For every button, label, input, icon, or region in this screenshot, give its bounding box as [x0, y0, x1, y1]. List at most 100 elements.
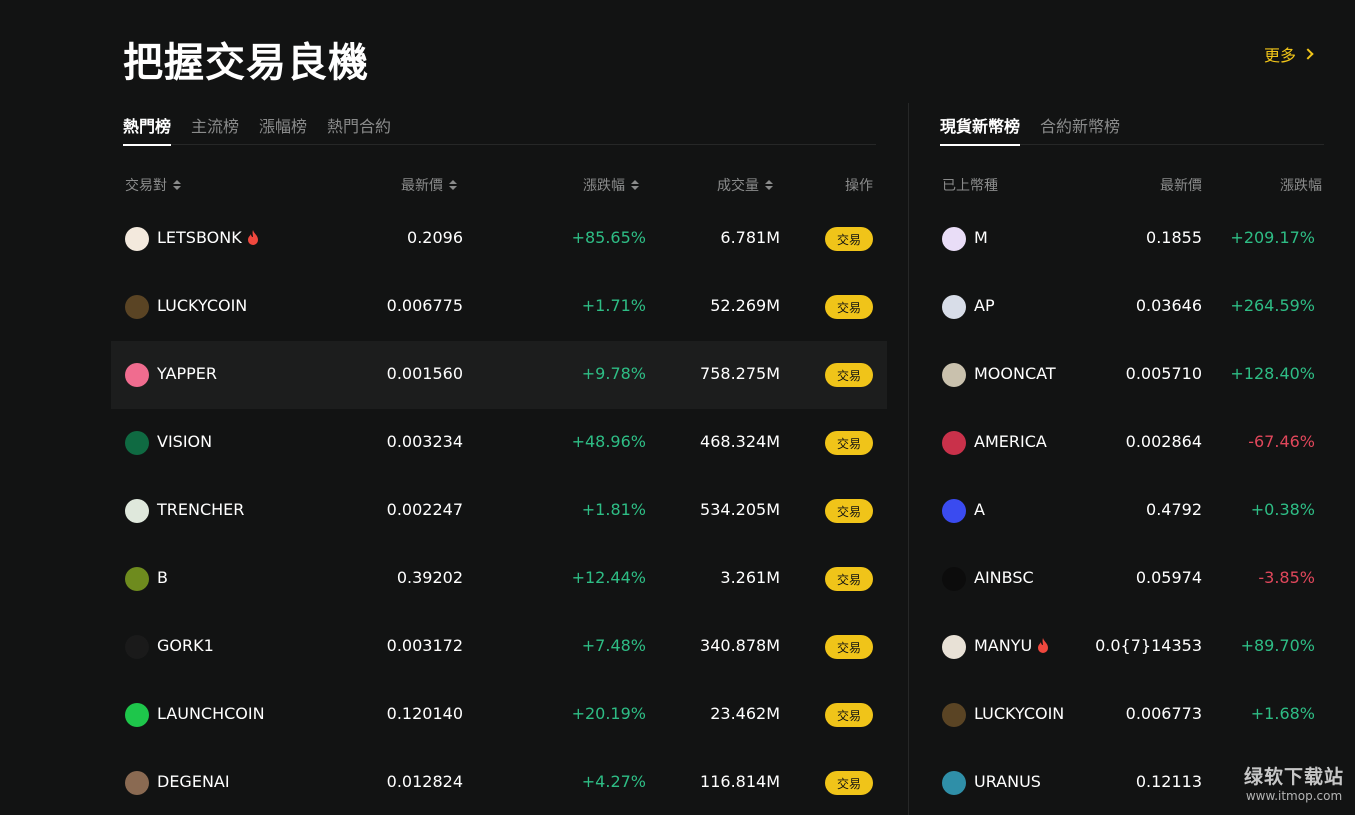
- trencher-icon: [125, 499, 149, 523]
- coin-name: DEGENAI: [157, 772, 230, 791]
- coin-symbol: LUCKYCOIN: [157, 296, 248, 315]
- header-price[interactable]: 最新價: [401, 175, 457, 195]
- coin-symbol: M: [974, 228, 988, 247]
- price-cell: 0.39202: [396, 568, 463, 587]
- list-item[interactable]: MANYU 0.0{7}14353 +89.70%: [928, 613, 1324, 681]
- table-row[interactable]: LUCKYCOIN 0.006775 +1.71% 52.269M 交易: [111, 273, 887, 341]
- coin-symbol: MOONCAT: [974, 364, 1056, 383]
- sort-icon: [765, 180, 773, 190]
- trade-button[interactable]: 交易: [825, 295, 873, 319]
- a-icon: [942, 499, 966, 523]
- fire-icon: [246, 229, 260, 246]
- change-cell: +85.65%: [571, 228, 646, 247]
- header-coin-label: 已上幣種: [942, 178, 998, 194]
- price-cell: 0.002864: [1125, 432, 1202, 451]
- trade-button[interactable]: 交易: [825, 771, 873, 795]
- volume-cell: 758.275M: [700, 364, 780, 383]
- change-cell: -3.85%: [1258, 568, 1315, 587]
- table-row[interactable]: B 0.39202 +12.44% 3.261M 交易: [111, 545, 887, 613]
- more-link[interactable]: 更多: [1264, 42, 1314, 66]
- header-action-label: 操作: [845, 178, 873, 194]
- trade-button[interactable]: 交易: [825, 227, 873, 251]
- fire-icon: [1036, 637, 1050, 654]
- tab-mainstream[interactable]: 主流榜: [191, 103, 239, 145]
- coin-symbol: GORK1: [157, 636, 214, 655]
- ainbsc-icon: [942, 567, 966, 591]
- price-cell: 0.12113: [1135, 772, 1202, 791]
- coin-symbol: A: [974, 500, 985, 519]
- yapper-icon: [125, 363, 149, 387]
- tab-hot-futures[interactable]: 熱門合約: [327, 103, 391, 145]
- tab-gainers[interactable]: 漲幅榜: [259, 103, 307, 145]
- trade-button[interactable]: 交易: [825, 363, 873, 387]
- tab-hot[interactable]: 熱門榜: [123, 103, 172, 146]
- table-row[interactable]: YAPPER 0.001560 +9.78% 758.275M 交易: [111, 341, 887, 409]
- price-cell: 0.4792: [1146, 500, 1202, 519]
- list-item[interactable]: AINBSC 0.05974 -3.85%: [928, 545, 1324, 613]
- header-change[interactable]: 漲跌幅: [583, 175, 639, 195]
- trade-button[interactable]: 交易: [825, 635, 873, 659]
- table-row[interactable]: TRENCHER 0.002247 +1.81% 534.205M 交易: [111, 477, 887, 545]
- volume-cell: 23.462M: [710, 704, 780, 723]
- list-item[interactable]: MOONCAT 0.005710 +128.40%: [928, 341, 1324, 409]
- change-cell: +209.17%: [1230, 228, 1315, 247]
- volume-cell: 3.261M: [720, 568, 780, 587]
- coin-symbol: VISION: [157, 432, 213, 451]
- mooncat-icon: [942, 363, 966, 387]
- header-change-label: 漲跌幅: [583, 178, 625, 194]
- tab-spot-new-listings[interactable]: 現貨新幣榜: [940, 103, 1021, 146]
- trade-button[interactable]: 交易: [825, 431, 873, 455]
- price-cell: 0.002247: [386, 500, 463, 519]
- header-volume[interactable]: 成交量: [717, 175, 773, 195]
- table-row[interactable]: DEGENAI 0.012824 +4.27% 116.814M 交易: [111, 749, 887, 815]
- coin-symbol: AMERICA: [974, 432, 1047, 451]
- coin-symbol: YAPPER: [157, 364, 217, 383]
- header-new-change-label: 漲跌幅: [1280, 178, 1322, 194]
- coin-name: YAPPER: [157, 364, 217, 383]
- change-cell: +4.27%: [581, 772, 646, 791]
- list-item[interactable]: LUCKYCOIN 0.006773 +1.68%: [928, 681, 1324, 749]
- list-item[interactable]: A 0.4792 +0.38%: [928, 477, 1324, 545]
- b-icon: [125, 567, 149, 591]
- header-new-price: 最新價: [1160, 175, 1202, 195]
- table-row[interactable]: GORK1 0.003172 +7.48% 340.878M 交易: [111, 613, 887, 681]
- change-cell: +0.38%: [1250, 500, 1315, 519]
- ap-icon: [942, 295, 966, 319]
- coin-name: LUCKYCOIN: [157, 296, 247, 315]
- price-cell: 0.006773: [1125, 704, 1202, 723]
- coin-name: LAUNCHCOIN: [157, 704, 265, 723]
- table-row[interactable]: LAUNCHCOIN 0.120140 +20.19% 23.462M 交易: [111, 681, 887, 749]
- watermark-line2: www.itmop.com: [1245, 789, 1343, 803]
- trade-button[interactable]: 交易: [825, 703, 873, 727]
- list-item[interactable]: AP 0.03646 +264.59%: [928, 273, 1324, 341]
- table-row[interactable]: LETSBONK 0.2096 +85.65% 6.781M 交易: [111, 205, 887, 273]
- header-pair[interactable]: 交易對: [125, 175, 181, 195]
- tab-futures-new-listings[interactable]: 合約新幣榜: [1040, 103, 1120, 145]
- trade-button[interactable]: 交易: [825, 499, 873, 523]
- watermark: 绿软下载站 www.itmop.com: [1244, 762, 1344, 803]
- trade-button[interactable]: 交易: [825, 567, 873, 591]
- header-action: 操作: [845, 175, 873, 195]
- table-row[interactable]: VISION 0.003234 +48.96% 468.324M 交易: [111, 409, 887, 477]
- list-item[interactable]: M 0.1855 +209.17%: [928, 205, 1324, 273]
- volume-cell: 116.814M: [700, 772, 780, 791]
- manyu-icon: [942, 635, 966, 659]
- coin-name: MOONCAT: [974, 364, 1056, 383]
- change-cell: +9.78%: [581, 364, 646, 383]
- price-cell: 0.05974: [1135, 568, 1202, 587]
- coin-name: LUCKYCOIN: [974, 704, 1064, 723]
- luckycoin-icon: [942, 703, 966, 727]
- sort-icon: [449, 180, 457, 190]
- coin-symbol: LAUNCHCOIN: [157, 704, 265, 723]
- sort-icon: [631, 180, 639, 190]
- right-tabs: 現貨新幣榜 合約新幣榜: [940, 103, 1324, 146]
- list-item[interactable]: AMERICA 0.002864 -67.46%: [928, 409, 1324, 477]
- coin-name: GORK1: [157, 636, 214, 655]
- coin-symbol: TRENCHER: [157, 500, 245, 519]
- price-cell: 0.2096: [407, 228, 463, 247]
- coin-symbol: AINBSC: [974, 568, 1034, 587]
- header-price-label: 最新價: [401, 178, 443, 194]
- panel-divider: [908, 103, 909, 815]
- price-cell: 0.0{7}14353: [1095, 636, 1202, 655]
- luckycoin-icon: [125, 295, 149, 319]
